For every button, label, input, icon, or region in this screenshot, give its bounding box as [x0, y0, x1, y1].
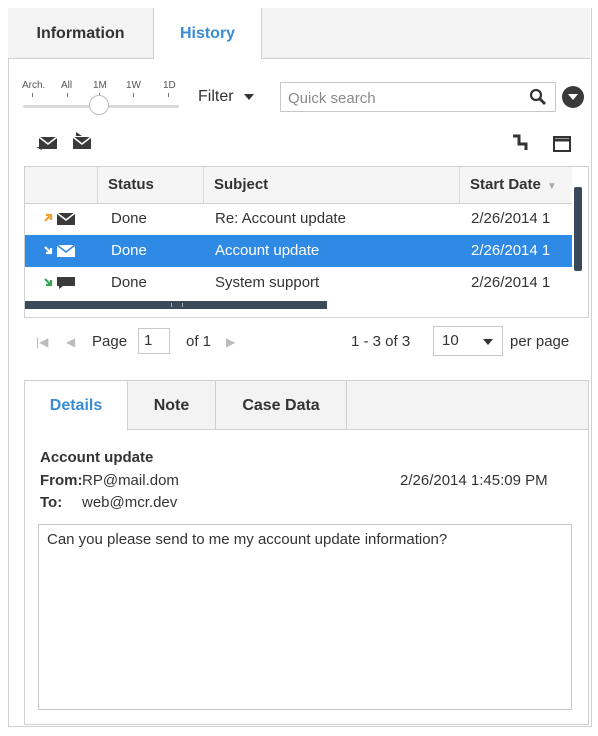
prev-page-icon[interactable]: ◀	[66, 328, 75, 356]
forward-email-icon[interactable]	[70, 132, 94, 156]
slider-label-arch: Arch.	[22, 80, 46, 91]
quick-search[interactable]	[280, 82, 556, 112]
row-status: Done	[111, 210, 147, 227]
column-header-start-date[interactable]: Start Date ▼	[459, 167, 572, 203]
slider-tick	[133, 93, 134, 97]
row-start-date: 2/26/2014 1	[471, 242, 551, 259]
row-subject: System support	[215, 274, 320, 291]
inbound-email-icon	[43, 244, 77, 258]
inbound-chat-icon	[43, 276, 77, 290]
page-count: of 1	[186, 333, 212, 350]
slider-label-1m: 1M	[93, 80, 107, 91]
slider-tick	[32, 93, 33, 97]
row-subject: Re: Account update	[215, 210, 346, 227]
page-label: Page	[92, 333, 128, 350]
search-icon[interactable]	[529, 88, 547, 110]
tab-note[interactable]: Note	[128, 381, 216, 429]
filter-dropdown[interactable]: Filter	[198, 88, 254, 106]
detail-tabs: Details Note Case Data	[25, 381, 588, 430]
per-page-select[interactable]: 10	[433, 326, 503, 356]
to-address: web@mcr.dev	[82, 494, 178, 511]
filter-label: Filter	[198, 88, 234, 105]
per-page-label: per page	[510, 333, 570, 350]
slider-thumb[interactable]	[89, 95, 109, 115]
slider-tick	[67, 93, 68, 97]
quick-search-input[interactable]	[286, 87, 520, 109]
vertical-scrollbar[interactable]	[574, 187, 582, 271]
message-subject: Account update	[40, 449, 154, 466]
tab-details[interactable]: Details	[25, 381, 128, 430]
slider-label-1w: 1W	[126, 80, 141, 91]
slider-tick	[168, 93, 169, 97]
row-start-date: 2/26/2014 1	[471, 274, 551, 291]
row-status: Done	[111, 242, 147, 259]
message-from: From:RP@mail.dom	[40, 472, 179, 489]
history-grid: Status Subject Start Date ▼ Done Re: Acco…	[24, 166, 589, 318]
reply-email-icon[interactable]	[36, 134, 60, 156]
search-options-icon[interactable]	[562, 86, 584, 108]
sort-icon: ▼	[546, 181, 557, 192]
from-address: RP@mail.dom	[82, 472, 179, 489]
page-input[interactable]: 1	[138, 328, 170, 354]
outbound-email-icon	[43, 212, 77, 226]
horizontal-scrollbar[interactable]	[25, 301, 327, 309]
message-date: 2/26/2014 1:45:09 PM	[400, 472, 548, 489]
tab-case-data[interactable]: Case Data	[216, 381, 347, 429]
connector-icon[interactable]	[510, 133, 530, 157]
row-start-date: 2/26/2014 1	[471, 210, 551, 227]
row-subject: Account update	[215, 242, 320, 259]
table-row[interactable]: Done Account update 2/26/2014 1	[25, 235, 572, 267]
grid-header: Status Subject Start Date ▼	[25, 167, 572, 204]
column-header-status[interactable]: Status	[97, 167, 203, 203]
row-status: Done	[111, 274, 147, 291]
first-page-icon[interactable]: |◀	[36, 328, 48, 356]
table-row[interactable]: Done Re: Account update 2/26/2014 1	[25, 203, 572, 235]
slider-label-all: All	[61, 80, 73, 91]
table-row[interactable]: Done System support 2/26/2014 1	[25, 267, 572, 299]
page-range: 1 - 3 of 3	[351, 333, 411, 350]
tab-information[interactable]: Information	[8, 8, 153, 58]
caret-down-icon	[483, 339, 493, 345]
caret-down-icon	[243, 93, 254, 100]
main-tabs: Information History	[8, 8, 590, 59]
message-to: To: web@mcr.dev	[40, 494, 177, 511]
slider-label-1d: 1D	[163, 80, 176, 91]
window-icon[interactable]	[552, 134, 572, 158]
from-label: From:	[40, 472, 83, 489]
column-header-subject[interactable]: Subject	[203, 167, 459, 203]
to-label: To:	[40, 494, 63, 511]
next-page-icon[interactable]: ▶	[226, 328, 235, 356]
message-body[interactable]: Can you please send to me my account upd…	[38, 524, 572, 710]
tab-history[interactable]: History	[153, 8, 262, 59]
scrollbar-grip	[171, 303, 183, 307]
